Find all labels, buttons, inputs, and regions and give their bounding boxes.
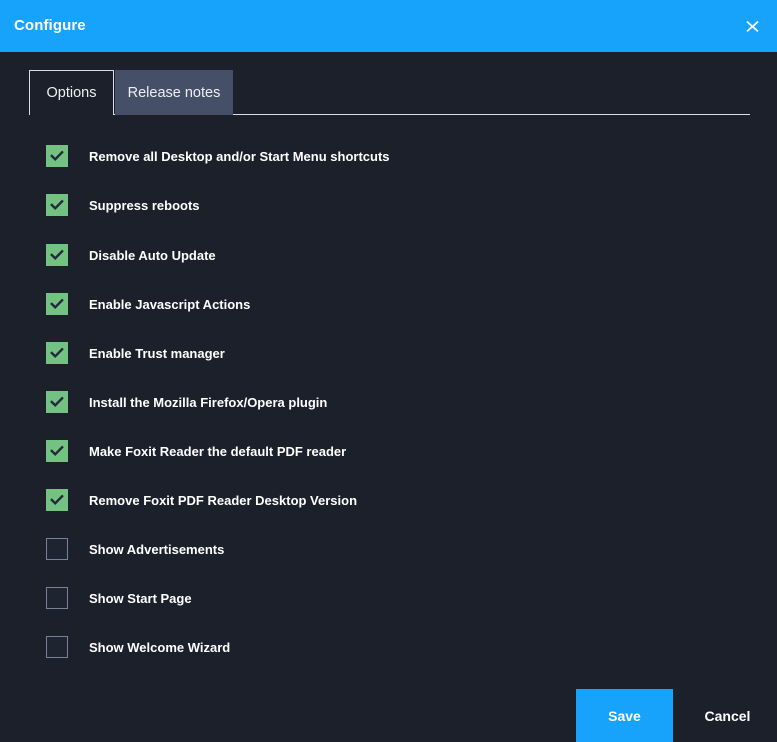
option-label: Enable Javascript Actions [89, 296, 251, 312]
option-label: Remove Foxit PDF Reader Desktop Version [89, 492, 358, 508]
option-label: Show Advertisements [89, 541, 225, 557]
option-label: Install the Mozilla Firefox/Opera plugin [89, 394, 328, 410]
option-row[interactable]: Remove all Desktop and/or Start Menu sho… [46, 145, 390, 167]
tab-options-label: Options [46, 85, 97, 101]
option-label: Make Foxit Reader the default PDF reader [89, 443, 347, 459]
option-row[interactable]: Show Welcome Wizard [46, 636, 230, 658]
checkbox-checked-icon[interactable] [46, 342, 68, 364]
checkbox-checked-icon[interactable] [46, 293, 68, 315]
option-row[interactable]: Disable Auto Update [46, 244, 216, 266]
save-button[interactable]: Save [576, 689, 673, 742]
close-icon[interactable] [737, 12, 767, 40]
option-row[interactable]: Enable Javascript Actions [46, 293, 250, 315]
checkbox-checked-icon[interactable] [46, 440, 68, 462]
option-label: Remove all Desktop and/or Start Menu sho… [89, 148, 390, 164]
checkbox-checked-icon[interactable] [46, 244, 68, 266]
tab-release-notes-label: Release notes [127, 84, 221, 101]
checkbox-checked-icon[interactable] [46, 194, 68, 216]
option-label: Disable Auto Update [89, 247, 216, 263]
checkbox-unchecked-icon[interactable] [46, 538, 68, 560]
checkbox-checked-icon[interactable] [46, 391, 68, 413]
tab-options[interactable]: Options [29, 70, 114, 115]
option-label: Suppress reboots [89, 197, 200, 213]
option-row[interactable]: Show Advertisements [46, 538, 224, 560]
window-title: Configure [14, 17, 86, 34]
option-label: Show Start Page [89, 590, 192, 606]
option-row[interactable]: Show Start Page [46, 587, 192, 609]
option-row[interactable]: Enable Trust manager [46, 342, 225, 364]
window-titlebar: Configure [0, 0, 777, 52]
option-label: Enable Trust manager [89, 345, 225, 361]
tab-strip: Options Release notes [0, 52, 777, 120]
tab-release-notes[interactable]: Release notes [115, 70, 233, 115]
option-row[interactable]: Make Foxit Reader the default PDF reader [46, 440, 346, 462]
cancel-button[interactable]: Cancel [690, 689, 765, 742]
checkbox-checked-icon[interactable] [46, 489, 68, 511]
option-row[interactable]: Suppress reboots [46, 194, 200, 216]
checkbox-unchecked-icon[interactable] [46, 587, 68, 609]
option-row[interactable]: Install the Mozilla Firefox/Opera plugin [46, 391, 327, 413]
checkbox-unchecked-icon[interactable] [46, 636, 68, 658]
option-label: Show Welcome Wizard [89, 639, 231, 655]
option-row[interactable]: Remove Foxit PDF Reader Desktop Version [46, 489, 357, 511]
checkbox-checked-icon[interactable] [46, 145, 68, 167]
